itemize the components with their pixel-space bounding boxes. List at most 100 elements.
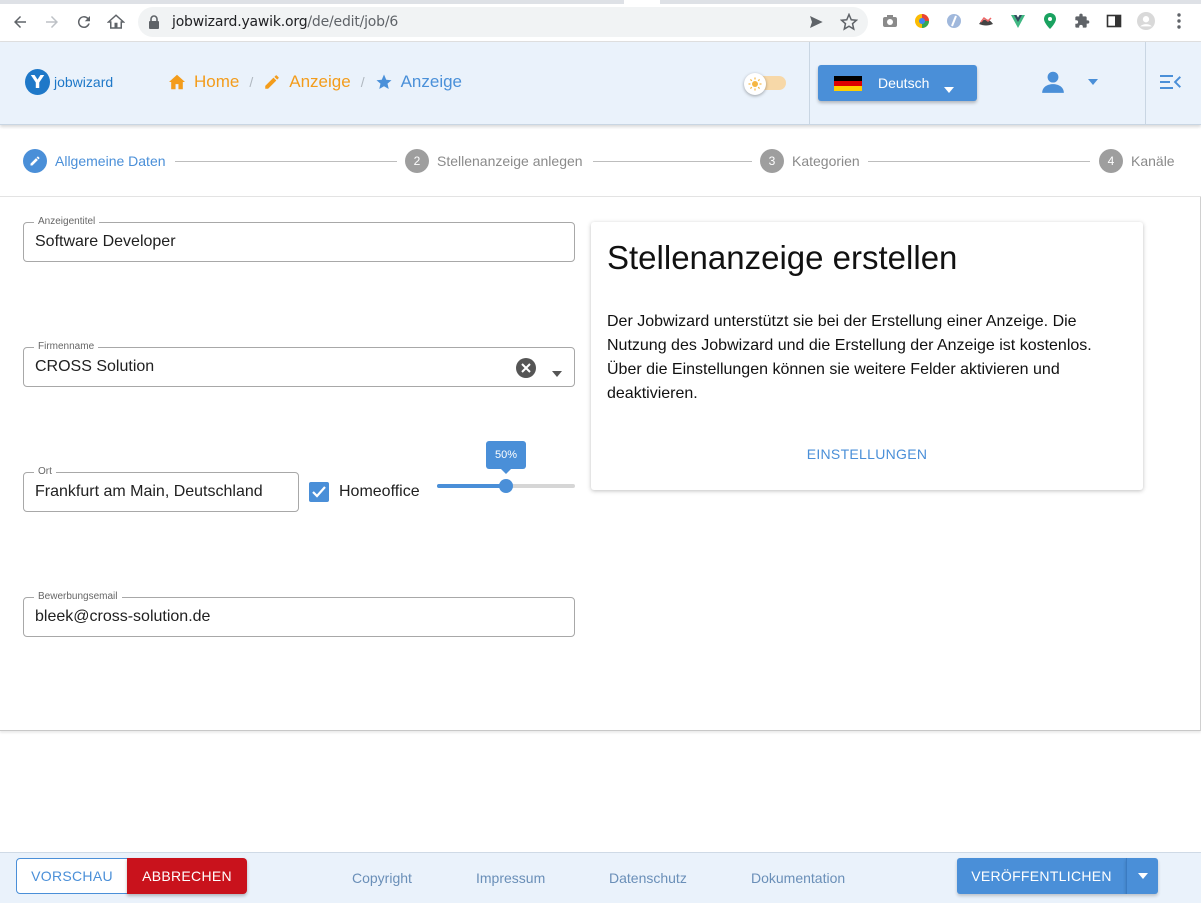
step-allgemeine-daten[interactable]: Allgemeine Daten [23,149,166,173]
forward-icon[interactable] [40,10,64,34]
url-text: jobwizard.yawik.org/de/edit/job/6 [172,14,399,30]
language-select-button[interactable]: Deutsch [818,65,977,101]
chevron-down-icon [944,80,954,98]
header-divider [1145,42,1146,125]
app-header: Y jobwizard Home / Anzeige / Anzeige Deu… [0,42,1201,125]
homeoffice-label: Homeoffice [339,483,420,500]
field-label: Bewerbungsemail [34,590,122,604]
step-kategorien[interactable]: 3 Kategorien [760,149,860,173]
more-vert-icon[interactable] [1170,12,1188,30]
sun-icon [744,73,766,95]
field-value[interactable]: CROSS Solution [35,358,154,376]
footer-link-datenschutz[interactable]: Datenschutz [609,870,687,886]
german-flag-icon [834,76,862,91]
homeoffice-percent-slider[interactable]: 50% [437,441,575,507]
chevron-down-icon[interactable] [552,364,562,382]
breadcrumb-home[interactable]: Home [168,72,239,92]
tab-strip [0,0,1201,4]
step-label: Stellenanzeige anlegen [437,153,583,169]
step-connector [868,161,1090,162]
pencil-icon [265,75,279,89]
settings-button[interactable]: EINSTELLUNGEN [591,446,1143,462]
home-icon[interactable] [104,10,128,34]
step-kanaele[interactable]: 4 Kanäle [1099,149,1175,173]
footer-link-dokumentation[interactable]: Dokumentation [751,870,845,886]
chevron-down-icon [1088,79,1098,85]
hat-extension-icon[interactable] [977,12,995,30]
footer-bar: VORSCHAU ABBRECHEN Copyright Impressum D… [0,852,1201,903]
chevron-down-icon [1137,873,1148,879]
job-title-field[interactable]: Anzeigentitel Software Developer [23,215,575,262]
breadcrumb-separator: / [360,74,365,90]
back-icon[interactable] [8,10,32,34]
send-icon[interactable] [808,14,824,35]
color-extension-icon[interactable] [913,12,931,30]
info-card: Stellenanzeige erstellen Der Jobwizard u… [591,222,1143,490]
step-stellenanzeige-anlegen[interactable]: 2 Stellenanzeige anlegen [405,149,583,173]
info-card-text: Der Jobwizard unterstützt sie bei der Er… [607,313,1092,402]
camera-icon[interactable] [881,12,899,30]
breadcrumb: Home / Anzeige / Anzeige [168,72,462,92]
bookmark-star-icon[interactable] [839,12,859,36]
lock-icon[interactable] [148,15,160,34]
footer-link-copyright[interactable]: Copyright [352,870,412,886]
field-value[interactable]: Frankfurt am Main, Deutschland [35,483,263,501]
breadcrumb-separator: / [249,74,254,90]
publish-options-button[interactable] [1126,858,1158,894]
home-icon [169,74,185,90]
step-label: Kategorien [792,153,860,169]
sidebar-icon[interactable] [1105,12,1123,30]
homeoffice-checkbox[interactable] [309,482,329,502]
preview-button[interactable]: VORSCHAU [16,858,128,894]
clear-icon[interactable] [516,358,536,383]
compass-extension-icon[interactable] [945,12,963,30]
main-content: Anzeigentitel Software Developer Firmenn… [0,197,1201,731]
yawik-logo-icon: Y [25,69,50,95]
step-connector [175,161,397,162]
step-label: Kanäle [1131,153,1175,169]
vue-extension-icon[interactable] [1009,12,1027,30]
language-label: Deutsch [878,75,930,91]
field-label: Ort [34,465,56,479]
account-icon [1042,71,1064,93]
breadcrumb-anzeige-current[interactable]: Anzeige [375,72,462,92]
slider-fill [437,484,506,488]
reload-icon[interactable] [72,10,96,34]
step-number: 4 [1099,149,1123,173]
check-icon [312,486,326,498]
step-number: 3 [760,149,784,173]
menu-open-icon[interactable] [1160,73,1182,96]
company-name-field[interactable]: Firmenname CROSS Solution [23,340,575,387]
location-field[interactable]: Ort Frankfurt am Main, Deutschland [23,465,299,512]
breadcrumb-label: Anzeige [400,72,463,91]
slider-thumb[interactable] [499,479,513,493]
field-value[interactable]: bleek@cross-solution.de [35,608,210,626]
field-label: Firmenname [34,340,99,354]
edit-icon [23,149,47,173]
field-value[interactable]: Software Developer [35,233,176,251]
cancel-button[interactable]: ABBRECHEN [127,858,247,894]
step-number: 2 [405,149,429,173]
header-divider [809,42,810,125]
logo-text: jobwizard [54,74,114,90]
publish-button[interactable]: VERÖFFENTLICHEN [957,858,1126,894]
map-pin-extension-icon[interactable] [1041,12,1059,30]
breadcrumb-label: Home [194,72,240,91]
app-logo[interactable]: Y jobwizard [25,69,113,95]
puzzle-icon[interactable] [1073,12,1091,30]
star-icon [376,74,392,90]
breadcrumb-label: Anzeige [289,72,351,91]
step-label: Allgemeine Daten [55,153,166,169]
footer-link-impressum[interactable]: Impressum [476,870,545,886]
theme-toggle[interactable] [744,73,786,95]
application-email-field[interactable]: Bewerbungsemail bleek@cross-solution.de [23,590,575,637]
info-card-title: Stellenanzeige erstellen [607,239,958,276]
wizard-stepper: Allgemeine Daten 2 Stellenanzeige anlege… [0,125,1201,197]
user-menu[interactable] [1040,69,1098,95]
step-connector [593,161,752,162]
address-bar[interactable]: jobwizard.yawik.org/de/edit/job/6 [138,7,868,37]
browser-toolbar: jobwizard.yawik.org/de/edit/job/6 [0,0,1201,42]
breadcrumb-anzeige-edit[interactable]: Anzeige [263,72,351,92]
field-label: Anzeigentitel [34,215,100,229]
profile-icon[interactable] [1137,12,1155,30]
